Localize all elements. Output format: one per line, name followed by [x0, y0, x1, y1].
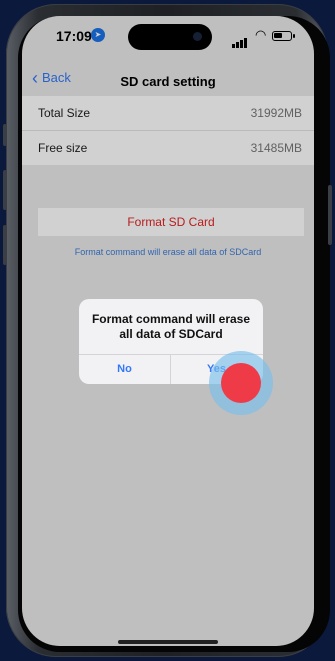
touch-indicator-dot [221, 363, 261, 403]
dialog-message: Format command will erase all data of SD… [91, 312, 251, 341]
volume-down-button [3, 225, 7, 265]
phone-screen: 17:09 ➤ ◠ ‹ Back SD card setting Total Si… [22, 16, 314, 646]
action-button [3, 124, 7, 146]
volume-up-button [3, 170, 7, 210]
power-button [328, 185, 332, 245]
home-indicator[interactable] [118, 640, 218, 644]
no-button[interactable]: No [79, 355, 170, 384]
